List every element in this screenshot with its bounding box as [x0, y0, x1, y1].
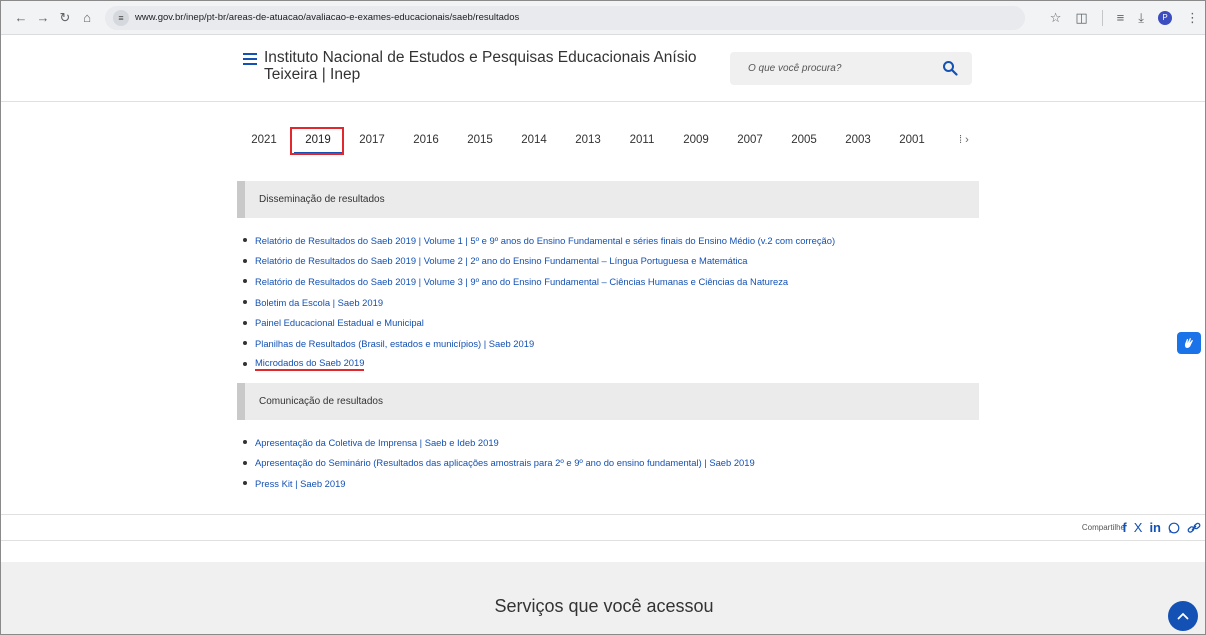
search-input[interactable]: O que você procura?: [730, 52, 972, 85]
tab-year-2005[interactable]: 2005: [777, 129, 831, 155]
year-tabs: 2021 2019 2017 2016 2015 2014 2013 2011 …: [237, 129, 939, 155]
bullet-icon: [243, 481, 247, 486]
link-relatorio-volume-3[interactable]: Relatório de Resultados do Saeb 2019 | V…: [255, 276, 788, 287]
sign-language-icon: [1184, 338, 1193, 348]
copy-link-icon[interactable]: [1187, 522, 1201, 534]
bullet-icon: [243, 279, 247, 284]
forward-icon[interactable]: →: [33, 8, 53, 28]
search-icon[interactable]: [942, 60, 958, 76]
list-item: Apresentação da Coletiva de Imprensa | S…: [243, 432, 755, 453]
share-label: Compartilhe: [1081, 523, 1125, 532]
list-item: Press Kit | Saeb 2019: [243, 473, 755, 494]
link-coletiva-imprensa[interactable]: Apresentação da Coletiva de Imprensa | S…: [255, 437, 499, 448]
chevron-right-icon: ›: [965, 134, 969, 146]
services-title: Serviços que você acessou: [494, 596, 714, 616]
bullet-icon: [243, 258, 247, 263]
url-text: www.gov.br/inep/pt-br/areas-de-atuacao/a…: [135, 12, 520, 23]
bullet-icon: [243, 300, 247, 305]
bullet-icon: [243, 460, 247, 465]
list-item: Relatório de Resultados do Saeb 2019 | V…: [243, 271, 835, 292]
tab-year-2003[interactable]: 2003: [831, 129, 885, 155]
profile-avatar[interactable]: P: [1158, 10, 1172, 25]
tab-year-2019[interactable]: 2019: [291, 129, 345, 155]
section-header-comunicacao: Comunicação de resultados: [237, 383, 979, 420]
tab-year-2009[interactable]: 2009: [669, 129, 723, 155]
link-planilhas-resultados[interactable]: Planilhas de Resultados (Brasil, estados…: [255, 338, 534, 349]
list-item: Planilhas de Resultados (Brasil, estados…: [243, 333, 835, 354]
tab-year-2011[interactable]: 2011: [615, 129, 669, 155]
disseminacao-link-list: Relatório de Resultados do Saeb 2019 | V…: [243, 230, 835, 374]
chevron-up-icon: [1177, 612, 1189, 620]
link-boletim-escola[interactable]: Boletim da Escola | Saeb 2019: [255, 297, 383, 308]
link-relatorio-volume-2[interactable]: Relatório de Resultados do Saeb 2019 | V…: [255, 255, 747, 266]
tab-year-2007[interactable]: 2007: [723, 129, 777, 155]
link-press-kit[interactable]: Press Kit | Saeb 2019: [255, 478, 346, 489]
download-icon[interactable]: ⤓: [1138, 10, 1144, 26]
comunicacao-link-list: Apresentação da Coletiva de Imprensa | S…: [243, 432, 755, 494]
menu-dots-icon[interactable]: ⋮: [1186, 10, 1199, 26]
back-to-top-button[interactable]: [1168, 601, 1198, 631]
link-microdados-saeb-2019[interactable]: Microdados do Saeb 2019: [255, 357, 365, 371]
list-item: Relatório de Resultados do Saeb 2019 | V…: [243, 230, 835, 251]
accessibility-hand-icon[interactable]: [1177, 332, 1201, 354]
toolbar-separator: [1101, 9, 1103, 26]
bullet-icon: [243, 341, 247, 346]
list-item: Painel Educacional Estadual e Municipal: [243, 312, 835, 333]
linkedin-icon[interactable]: in: [1149, 520, 1161, 535]
browser-toolbar: ← → ↻ ⌂ ≡ www.gov.br/inep/pt-br/areas-de…: [1, 1, 1205, 35]
link-painel-educacional[interactable]: Painel Educacional Estadual e Municipal: [255, 317, 424, 328]
list-item: Boletim da Escola | Saeb 2019: [243, 292, 835, 313]
back-icon[interactable]: ←: [11, 8, 31, 28]
tab-year-2021[interactable]: 2021: [237, 129, 291, 155]
extensions-icon[interactable]: ◫: [1075, 10, 1087, 26]
list-item: Microdados do Saeb 2019: [243, 354, 835, 375]
list-item: Relatório de Resultados do Saeb 2019 | V…: [243, 251, 835, 272]
tab-year-2015[interactable]: 2015: [453, 129, 507, 155]
list-item: Apresentação do Seminário (Resultados da…: [243, 453, 755, 474]
section-header-disseminacao: Disseminação de resultados: [237, 181, 979, 218]
link-relatorio-volume-1[interactable]: Relatório de Resultados do Saeb 2019 | V…: [255, 235, 835, 246]
year-tabs-next-icon[interactable]: ⁞ ›: [959, 129, 969, 151]
home-icon[interactable]: ⌂: [77, 8, 97, 28]
page: ← → ↻ ⌂ ≡ www.gov.br/inep/pt-br/areas-de…: [0, 0, 1206, 635]
tab-year-2013[interactable]: 2013: [561, 129, 615, 155]
reload-icon[interactable]: ↻: [55, 8, 75, 28]
bullet-icon: [243, 440, 247, 445]
hamburger-menu-icon[interactable]: [243, 53, 257, 65]
address-bar[interactable]: ≡ www.gov.br/inep/pt-br/areas-de-atuacao…: [105, 5, 1025, 30]
facebook-icon[interactable]: f: [1122, 520, 1126, 535]
bookmark-star-icon[interactable]: ☆: [1050, 10, 1062, 26]
x-twitter-icon[interactable]: X: [1134, 520, 1143, 535]
tab-year-2001[interactable]: 2001: [885, 129, 939, 155]
whatsapp-icon[interactable]: [1168, 522, 1180, 534]
tab-year-2017[interactable]: 2017: [345, 129, 399, 155]
bullet-icon: [243, 238, 247, 243]
share-bar: Compartilhe f X in: [1, 514, 1205, 541]
site-title[interactable]: Instituto Nacional de Estudos e Pesquisa…: [264, 49, 714, 83]
bullet-icon: [243, 320, 247, 325]
site-settings-icon[interactable]: ≡: [113, 9, 129, 26]
link-apresentacao-seminario[interactable]: Apresentação do Seminário (Resultados da…: [255, 457, 755, 468]
search-placeholder: O que você procura?: [748, 63, 842, 74]
reading-list-icon[interactable]: ≡: [1117, 10, 1125, 25]
tab-year-2016[interactable]: 2016: [399, 129, 453, 155]
bullet-icon: [243, 361, 247, 366]
tab-year-2014[interactable]: 2014: [507, 129, 561, 155]
